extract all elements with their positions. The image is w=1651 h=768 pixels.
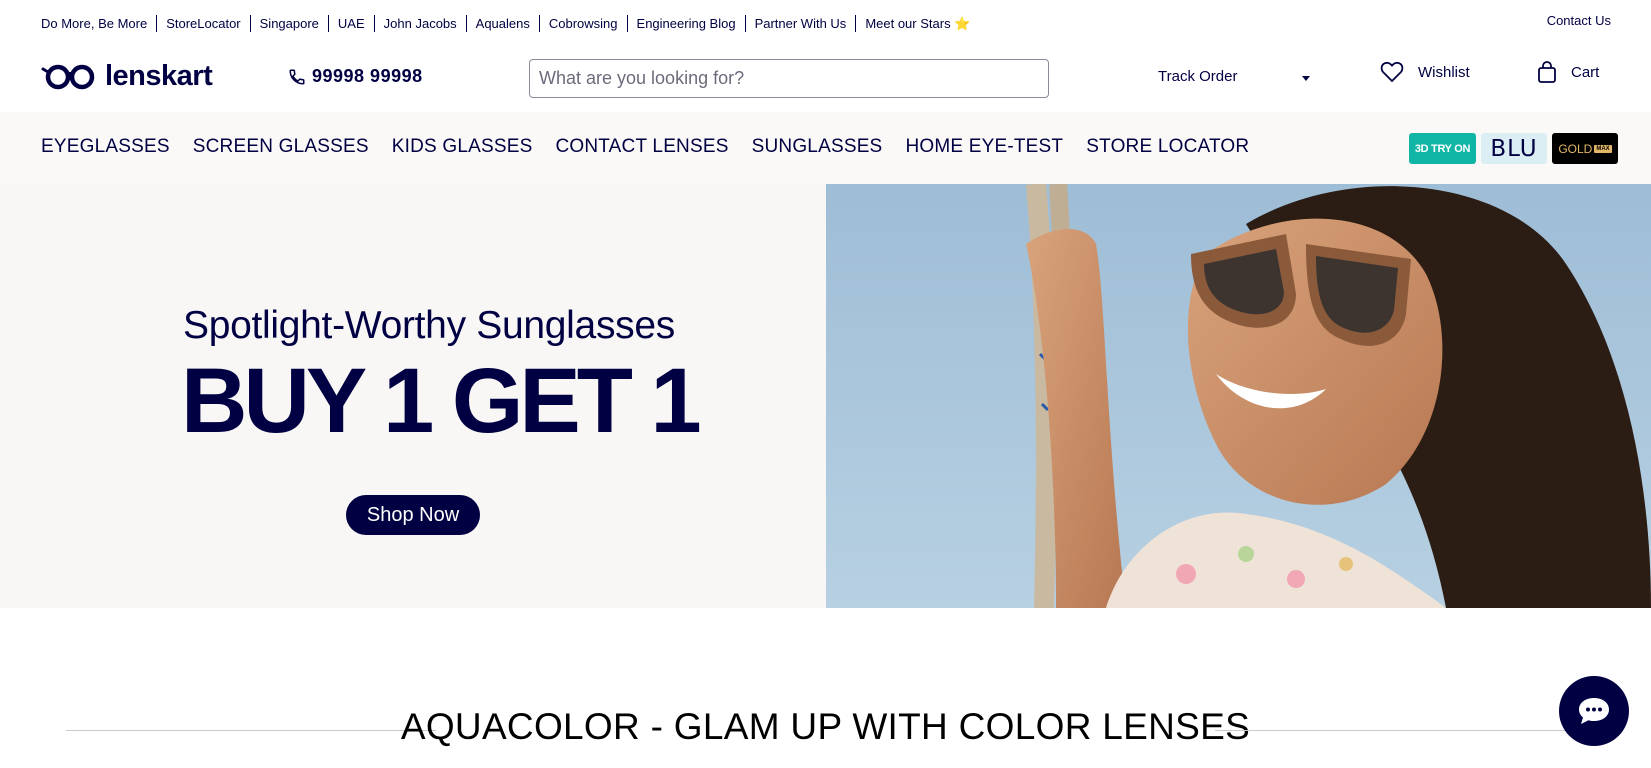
top-link-store-locator[interactable]: StoreLocator	[156, 15, 249, 32]
section-title: AQUACOLOR - GLAM UP WITH COLOR LENSES	[400, 706, 1251, 747]
top-link-engineering-blog[interactable]: Engineering Blog	[626, 15, 745, 32]
top-links: Do More, Be More StoreLocator Singapore …	[41, 15, 979, 32]
cart-button[interactable]: Cart	[1537, 61, 1599, 84]
nav-item-eyeglasses[interactable]: EYEGLASSES	[41, 136, 170, 158]
track-order-label: Track Order	[1158, 68, 1238, 85]
logo-text: lenskart	[105, 60, 213, 92]
hero-banner[interactable]: Spotlight-Worthy Sunglasses BUY 1 GET 1 …	[0, 184, 1651, 608]
top-link-john-jacobs[interactable]: John Jacobs	[373, 15, 466, 32]
woman-sunglasses-image	[826, 184, 1651, 608]
wishlist-label: Wishlist	[1418, 63, 1470, 81]
blu-badge[interactable]: BLU	[1481, 133, 1547, 164]
top-link-singapore[interactable]: Singapore	[249, 15, 328, 32]
top-link-cobrowsing[interactable]: Cobrowsing	[538, 15, 627, 32]
nav-item-sunglasses[interactable]: SUNGLASSES	[752, 136, 883, 158]
hero-title: BUY 1 GET 1	[181, 350, 702, 452]
top-link-meet-stars[interactable]: Meet our Stars ⭐	[855, 15, 979, 32]
3d-try-on-badge[interactable]: 3D TRY ON	[1409, 133, 1476, 164]
search-input[interactable]	[529, 59, 1049, 98]
nav-item-store-locator[interactable]: STORE LOCATOR	[1086, 136, 1249, 158]
nav-item-home-eye-test[interactable]: HOME EYE-TEST	[905, 136, 1063, 158]
heart-icon	[1380, 61, 1404, 83]
cart-label: Cart	[1571, 64, 1600, 81]
aquacolor-section-heading: AQUACOLOR - GLAM UP WITH COLOR LENSES	[0, 700, 1651, 750]
nav-item-screen-glasses[interactable]: SCREEN GLASSES	[193, 136, 369, 158]
track-order-dropdown[interactable]: Track Order	[1158, 68, 1310, 85]
wishlist-button[interactable]: Wishlist	[1380, 61, 1470, 83]
lenskart-logo[interactable]: lenskart	[41, 60, 213, 93]
category-nav: EYEGLASSES SCREEN GLASSES KIDS GLASSES C…	[0, 112, 1651, 184]
phone-icon	[289, 69, 305, 85]
gold-badge-label: GOLD	[1558, 141, 1593, 156]
gold-max-badge[interactable]: GOLD MAX	[1552, 133, 1618, 164]
top-link-partner[interactable]: Partner With Us	[744, 15, 856, 32]
hero-subtitle: Spotlight-Worthy Sunglasses	[183, 304, 675, 347]
hero-photo	[826, 184, 1651, 608]
phone-number[interactable]: 99998 99998	[288, 66, 423, 87]
nav-links: EYEGLASSES SCREEN GLASSES KIDS GLASSES C…	[41, 136, 1249, 158]
caret-down-icon	[1302, 75, 1310, 81]
nav-item-kids-glasses[interactable]: KIDS GLASSES	[392, 136, 533, 158]
phone-number-text: 99998 99998	[312, 66, 423, 86]
hero-text-panel: Spotlight-Worthy Sunglasses BUY 1 GET 1 …	[0, 184, 826, 608]
top-link-do-more[interactable]: Do More, Be More	[41, 15, 156, 32]
shopping-bag-icon	[1538, 61, 1556, 83]
nav-item-contact-lenses[interactable]: CONTACT LENSES	[555, 136, 728, 158]
gold-max-tag: MAX	[1594, 144, 1612, 153]
shop-now-button[interactable]: Shop Now	[346, 495, 480, 535]
contact-us-link[interactable]: Contact Us	[1547, 13, 1611, 28]
chat-button[interactable]	[1559, 676, 1629, 746]
top-link-aqualens[interactable]: Aqualens	[465, 15, 539, 32]
glasses-logo-icon	[41, 64, 95, 89]
promo-badges: 3D TRY ON BLU GOLD MAX	[1409, 133, 1618, 164]
main-header: lenskart 99998 99998 Track Order Wishlis…	[0, 46, 1651, 112]
top-link-uae[interactable]: UAE	[327, 15, 374, 32]
heading-divider-right	[1215, 730, 1590, 731]
top-utility-bar: Do More, Be More StoreLocator Singapore …	[0, 0, 1651, 46]
chat-bubble-icon	[1579, 698, 1609, 724]
